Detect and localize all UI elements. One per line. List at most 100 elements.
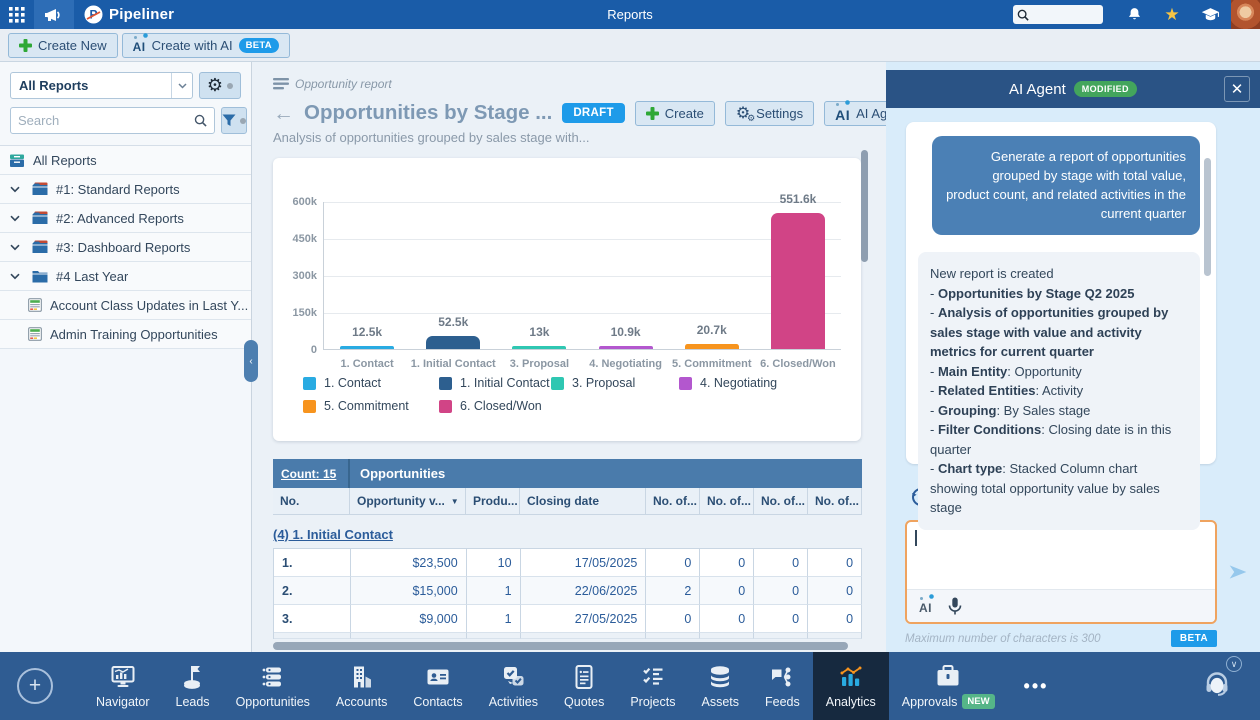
settings-button[interactable]: ⚙ Settings <box>725 101 814 126</box>
table-row[interactable]: 3.$9,000127/05/20250000 <box>274 605 862 633</box>
nav-item-feeds[interactable]: Feeds <box>752 652 813 720</box>
bar-4[interactable] <box>599 346 653 349</box>
table-cell: 1 <box>467 605 521 633</box>
user-avatar[interactable] <box>1231 0 1260 29</box>
table-row[interactable]: 2.$15,000122/06/20252000 <box>274 577 862 605</box>
column-header-4[interactable]: No. of... <box>646 488 700 514</box>
nav-item-label: Approvals <box>902 695 958 709</box>
pipeliner-logo[interactable]: P Pipeliner <box>84 5 174 24</box>
sidebar-item-admin-training-opportunities[interactable]: Admin Training Opportunities <box>0 320 251 349</box>
announcements-button[interactable] <box>34 0 74 29</box>
nav-item-projects[interactable]: Projects <box>617 652 688 720</box>
more-menu-button[interactable]: ••• <box>1008 652 1065 720</box>
nav-item-contacts[interactable]: Contacts <box>400 652 475 720</box>
reports-filter-select[interactable]: All Reports <box>10 72 193 99</box>
legend-item[interactable]: 1. Contact <box>303 376 439 390</box>
sidebar-collapse-handle[interactable]: ‹ <box>244 340 258 382</box>
chat-scrollbar[interactable] <box>1204 158 1211 276</box>
table-row[interactable]: 1.$23,5001017/05/20250000 <box>274 549 862 577</box>
sidebar-item-account-class-updates-in-last-y[interactable]: Account Class Updates in Last Y... <box>0 291 251 320</box>
table-group-link[interactable]: (4) 1. Initial Contact <box>273 527 886 542</box>
ai-icon[interactable]: AI <box>919 598 932 614</box>
nav-item-activities[interactable]: Activities <box>476 652 551 720</box>
legend-item[interactable]: 4. Negotiating <box>679 376 777 390</box>
bar-value-label: 10.9k <box>611 325 641 339</box>
sidebar-search[interactable] <box>10 107 215 134</box>
table-column-headers: No.Opportunity v...▼Produ...Closing date… <box>273 488 862 515</box>
table-count-link[interactable]: Count: 15 <box>273 459 350 488</box>
nav-item-navigator[interactable]: Navigator <box>83 652 163 720</box>
sidebar-settings-button[interactable]: ⚙ <box>199 72 241 99</box>
sidebar-filter-button[interactable] <box>221 107 247 134</box>
nav-item-approvals[interactable]: ApprovalsNEW <box>889 652 1008 720</box>
y-axis-tick-label: 150k <box>293 307 317 319</box>
vertical-scrollbar[interactable] <box>861 150 868 262</box>
table-cell: 10 <box>467 549 521 577</box>
create-button[interactable]: Create <box>635 101 715 126</box>
beta-badge: BETA <box>239 38 279 53</box>
nav-item-label: Feeds <box>765 695 800 709</box>
favorites-button[interactable]: ★ <box>1155 0 1189 29</box>
sidebar-item-4-last-year[interactable]: #4 Last Year <box>0 262 251 291</box>
chevron-down-icon[interactable] <box>10 244 24 251</box>
ai-prompt-input[interactable]: AI <box>905 520 1217 624</box>
microphone-button[interactable] <box>948 597 962 616</box>
global-search[interactable] <box>1013 5 1103 24</box>
legend-item[interactable]: 5. Commitment <box>303 399 439 413</box>
app-launcher-button[interactable] <box>0 0 34 29</box>
bar-2[interactable] <box>426 336 480 349</box>
nav-item-assets[interactable]: Assets <box>688 652 752 720</box>
nav-item-accounts[interactable]: Accounts <box>323 652 400 720</box>
chevron-down-icon[interactable] <box>10 186 24 193</box>
sidebar-item-all-reports[interactable]: All Reports <box>0 146 251 175</box>
y-axis-tick-label: 450k <box>293 233 317 245</box>
training-button[interactable] <box>1193 0 1227 29</box>
legend-swatch <box>551 377 564 390</box>
x-axis-tick-label: 3. Proposal <box>510 358 569 370</box>
legend-item[interactable]: 1. Initial Contact <box>439 376 551 390</box>
column-header-0[interactable]: No. <box>273 488 350 514</box>
chevron-down-icon[interactable] <box>10 273 24 280</box>
notifications-button[interactable] <box>1117 0 1151 29</box>
nav-item-opportunities[interactable]: Opportunities <box>223 652 323 720</box>
pipeliner-logo-icon: P <box>84 5 103 24</box>
quick-add-button[interactable]: + <box>17 668 53 704</box>
gear-icon: ⚙ <box>736 105 750 121</box>
create-with-ai-button[interactable]: AI Create with AI BETA <box>122 33 290 58</box>
bar-group: 52.5k1. Initial Contact <box>410 202 496 349</box>
headset-icon <box>1202 669 1232 699</box>
sidebar-item-1-standard-reports[interactable]: #1: Standard Reports <box>0 175 251 204</box>
chevron-down-icon[interactable] <box>10 215 24 222</box>
table-cell: 0 <box>808 605 862 633</box>
nav-item-leads[interactable]: Leads <box>163 652 223 720</box>
nav-item-analytics[interactable]: Analytics <box>813 652 889 720</box>
legend-item[interactable]: 3. Proposal <box>551 376 679 390</box>
ai-icon: AI <box>835 104 850 122</box>
horizontal-scrollbar[interactable] <box>273 642 848 650</box>
global-search-input[interactable] <box>1032 9 1096 21</box>
support-button[interactable] <box>1202 669 1232 704</box>
column-header-1[interactable]: Opportunity v...▼ <box>350 488 466 514</box>
bar-1[interactable] <box>340 346 394 349</box>
scrollbar-thumb[interactable] <box>273 642 848 650</box>
bar-3[interactable] <box>512 346 566 349</box>
send-button[interactable] <box>1227 562 1249 582</box>
legend-item[interactable]: 6. Closed/Won <box>439 399 551 413</box>
create-new-button[interactable]: Create New <box>8 33 118 58</box>
analytics-icon <box>838 664 864 690</box>
column-header-6[interactable]: No. of... <box>754 488 808 514</box>
sidebar-item-3-dashboard-reports[interactable]: #3: Dashboard Reports <box>0 233 251 262</box>
close-button[interactable]: ✕ <box>1224 76 1250 102</box>
bar-6[interactable] <box>771 213 825 349</box>
bar-5[interactable] <box>685 344 739 349</box>
sidebar-item-2-advanced-reports[interactable]: #2: Advanced Reports <box>0 204 251 233</box>
column-header-5[interactable]: No. of... <box>700 488 754 514</box>
nav-item-quotes[interactable]: Quotes <box>551 652 617 720</box>
ai-agent-button[interactable]: AI AI Agent <box>824 101 886 126</box>
column-header-2[interactable]: Produ... <box>466 488 520 514</box>
sidebar-search-input[interactable] <box>18 113 194 128</box>
column-header-7[interactable]: No. of... <box>808 488 862 514</box>
back-button[interactable]: ← <box>273 103 294 124</box>
table-cell: $15,000 <box>351 577 467 605</box>
column-header-3[interactable]: Closing date <box>520 488 646 514</box>
